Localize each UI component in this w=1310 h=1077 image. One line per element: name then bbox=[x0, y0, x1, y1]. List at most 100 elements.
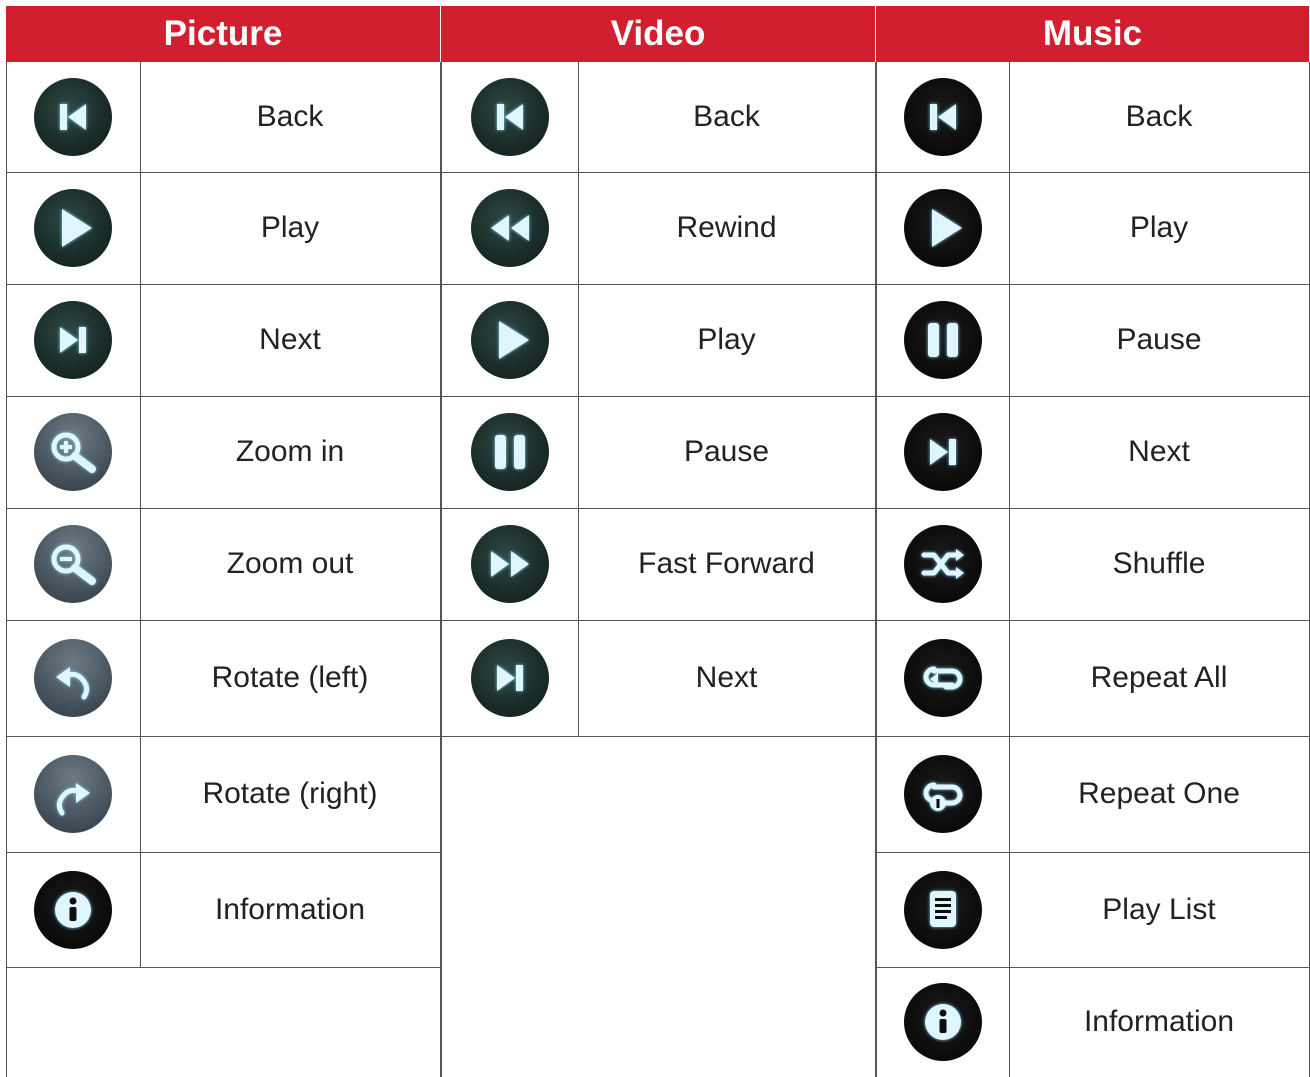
column-border bbox=[440, 62, 441, 1077]
cell-divider bbox=[140, 736, 141, 852]
control-label: Play bbox=[697, 323, 756, 356]
icon-cell bbox=[876, 396, 1009, 508]
cell-divider bbox=[140, 396, 141, 508]
cell-divider bbox=[1009, 62, 1010, 172]
icon-cell bbox=[876, 852, 1009, 967]
cell-divider bbox=[1009, 620, 1010, 736]
column-header-music: Music bbox=[876, 6, 1309, 62]
cell-divider bbox=[578, 62, 579, 172]
icon-cell bbox=[6, 620, 140, 736]
control-label: Play bbox=[1129, 211, 1189, 244]
control-label: Back bbox=[1125, 100, 1193, 133]
cell-divider bbox=[1009, 967, 1010, 1077]
cell-divider bbox=[140, 508, 141, 620]
icon-cell bbox=[876, 172, 1009, 284]
control-label: Pause bbox=[683, 435, 770, 468]
icon-cell bbox=[876, 620, 1009, 736]
play-icon bbox=[903, 189, 982, 267]
cell-divider bbox=[1009, 172, 1010, 284]
control-label: Information bbox=[214, 892, 366, 926]
cell-divider bbox=[1009, 852, 1010, 967]
icon-cell bbox=[6, 62, 140, 172]
shuffle-icon bbox=[903, 525, 982, 603]
cell-divider bbox=[1009, 736, 1010, 852]
cell-divider bbox=[578, 620, 579, 736]
pause-icon bbox=[903, 301, 982, 379]
pause-icon bbox=[470, 413, 549, 491]
icon-cell bbox=[876, 508, 1009, 620]
icon-cell bbox=[441, 172, 578, 284]
controls-table: Picture Back Play Next Zoom in Zoom out Rotate… bbox=[0, 0, 1310, 1077]
column-border bbox=[441, 62, 442, 1077]
control-label: Back bbox=[256, 100, 324, 133]
playlist-icon bbox=[903, 870, 982, 949]
column-header-picture: Picture bbox=[6, 6, 440, 62]
cell-divider bbox=[1009, 508, 1010, 620]
cell-divider bbox=[578, 172, 579, 284]
cell-divider bbox=[140, 62, 141, 172]
play-icon bbox=[470, 301, 549, 379]
row-divider bbox=[441, 736, 876, 737]
cell-divider bbox=[1009, 284, 1010, 396]
icon-cell bbox=[441, 284, 578, 396]
icon-cell bbox=[876, 62, 1009, 172]
fast-forward-icon bbox=[470, 525, 549, 603]
control-label: Rotate (right) bbox=[202, 777, 378, 810]
rotate-left-icon bbox=[34, 639, 112, 717]
repeat-all-icon bbox=[903, 639, 982, 717]
control-label: Play bbox=[260, 211, 320, 244]
zoom-out-icon bbox=[34, 525, 112, 603]
cell-divider bbox=[140, 852, 141, 967]
back-icon bbox=[34, 78, 112, 156]
next-icon bbox=[34, 301, 112, 379]
cell-divider bbox=[140, 620, 141, 736]
icon-cell bbox=[876, 284, 1009, 396]
column-header-video: Video bbox=[441, 6, 875, 62]
next-icon bbox=[470, 639, 549, 717]
column-border bbox=[876, 62, 877, 1077]
icon-cell bbox=[6, 396, 140, 508]
cell-divider bbox=[578, 284, 579, 396]
control-label: Zoom out bbox=[226, 547, 354, 580]
icon-cell bbox=[441, 62, 578, 172]
icon-cell bbox=[6, 852, 140, 967]
rotate-right-icon bbox=[34, 755, 112, 833]
control-label: Shuffle bbox=[1112, 547, 1206, 580]
row-divider bbox=[6, 967, 441, 968]
cell-divider bbox=[140, 172, 141, 284]
icon-cell bbox=[441, 620, 578, 736]
info-icon bbox=[34, 870, 112, 949]
column-border bbox=[6, 62, 7, 1077]
back-icon bbox=[903, 78, 982, 156]
control-label: Rotate (left) bbox=[211, 661, 369, 694]
control-label: Play List bbox=[1102, 892, 1216, 926]
control-label: Back bbox=[693, 100, 760, 133]
control-label: Zoom in bbox=[235, 435, 345, 468]
icon-cell bbox=[6, 736, 140, 852]
icon-cell bbox=[876, 967, 1009, 1077]
column-border bbox=[875, 62, 876, 1077]
play-icon bbox=[34, 189, 112, 267]
cell-divider bbox=[1009, 396, 1010, 508]
control-label: Information bbox=[1083, 1005, 1235, 1038]
icon-cell bbox=[6, 284, 140, 396]
control-label: Next bbox=[259, 323, 321, 356]
icon-cell bbox=[6, 172, 140, 284]
icon-cell bbox=[876, 736, 1009, 852]
info-icon bbox=[903, 983, 982, 1061]
icon-cell bbox=[441, 508, 578, 620]
control-label: Repeat All bbox=[1090, 661, 1228, 694]
control-label: Repeat One bbox=[1078, 777, 1240, 810]
next-icon bbox=[903, 413, 982, 491]
repeat-one-icon bbox=[903, 755, 982, 833]
back-icon bbox=[470, 78, 549, 156]
cell-divider bbox=[578, 396, 579, 508]
cell-divider bbox=[578, 508, 579, 620]
cell-divider bbox=[140, 284, 141, 396]
icon-cell bbox=[441, 396, 578, 508]
control-label: Next bbox=[695, 661, 758, 694]
control-label: Next bbox=[1128, 435, 1190, 468]
icon-cell bbox=[6, 508, 140, 620]
rewind-icon bbox=[470, 189, 549, 267]
zoom-in-icon bbox=[34, 413, 112, 491]
